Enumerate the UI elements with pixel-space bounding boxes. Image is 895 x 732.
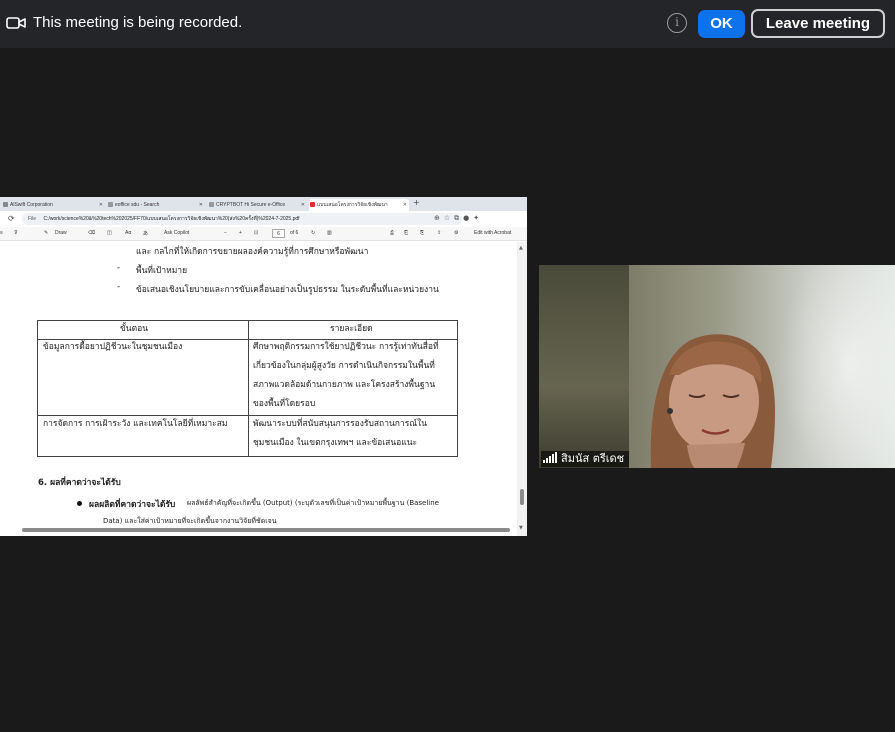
dash-marker: -: [117, 263, 121, 273]
video-camera-icon: [6, 17, 26, 29]
table-header: ขั้นตอน: [120, 324, 149, 334]
read-aloud-button[interactable]: Aα: [125, 230, 131, 236]
close-icon[interactable]: ✕: [99, 199, 103, 211]
horizontal-scrollbar[interactable]: [22, 528, 510, 532]
search-icon: [108, 202, 113, 207]
two-page-icon[interactable]: ▥: [327, 230, 332, 236]
reload-icon[interactable]: ⟳: [8, 214, 15, 223]
address-actions[interactable]: ⊕☆⧉●✦: [434, 214, 483, 223]
table-cell: เกี่ยวข้องในกลุ่มผู้สูงวัย การดำเนินกิจก…: [253, 361, 435, 371]
participant-video[interactable]: สิมนัส ตรีเดช: [539, 265, 895, 468]
scroll-down-icon[interactable]: ▼: [519, 525, 523, 531]
fit-page-icon[interactable]: ⊡: [254, 230, 258, 236]
bullet-icon: [77, 501, 82, 506]
browser-tab-active[interactable]: แบบเสนอโครงการวิจัยเชิงพัฒนา ✕: [309, 199, 409, 211]
table-cell: การจัดการ การเฝ้าระวัง และเทคโนโลยีที่เห…: [43, 419, 228, 429]
table-divider: [248, 321, 249, 456]
eraser-icon[interactable]: ⌫: [88, 230, 95, 236]
close-icon[interactable]: ✕: [199, 199, 203, 211]
filter-icon[interactable]: ⊽: [14, 230, 18, 236]
browser-tab[interactable]: AlSwift Corporation ✕: [2, 199, 105, 211]
vertical-scrollbar[interactable]: ▲ ▼: [517, 242, 527, 536]
zoom-out-button[interactable]: −: [224, 230, 227, 236]
page-total: of 6: [290, 230, 299, 236]
file-label: File: [28, 216, 37, 222]
table-cell: ศึกษาพฤติกรรมการใช้ยาปฏิชีวนะ การรู้เท่า…: [253, 342, 439, 352]
menu-icon[interactable]: ≡: [0, 230, 3, 236]
print-icon[interactable]: ⎙: [390, 230, 394, 236]
table-cell: ของพื้นที่โดยรอบ: [253, 399, 316, 409]
save-as-icon[interactable]: ⎘: [420, 230, 424, 236]
ok-button[interactable]: OK: [698, 10, 745, 38]
section-heading: 6. ผลที่คาดว่าจะได้รับ: [38, 478, 121, 488]
new-tab-button[interactable]: +: [413, 198, 420, 207]
pdf-icon: [310, 202, 315, 207]
view-icon[interactable]: ◫: [107, 230, 112, 236]
settings-icon[interactable]: ⚙: [454, 230, 458, 236]
participant-person: [650, 334, 775, 468]
table-cell: สภาพแวดล้อมด้านกายภาพ และโครงสร้างพื้นฐา…: [253, 380, 436, 390]
recording-banner: This meeting is being recorded. i OK Lea…: [0, 0, 895, 48]
address-bar[interactable]: File C:/work/science%20&%20tech%202025/F…: [22, 213, 462, 225]
edit-with-acrobat-button[interactable]: Edit with Acrobat: [474, 230, 511, 236]
table-cell: ชุมชนเมือง ในเขตกรุงเทพฯ และข้อเสนอแนะ: [253, 438, 418, 448]
doc-line: ข้อเสนอเชิงนโยบายและการขับเคลื่อนอย่างเป…: [136, 285, 439, 295]
page-number-input[interactable]: 6: [272, 229, 285, 238]
leave-meeting-button[interactable]: Leave meeting: [751, 9, 885, 38]
browser-tab[interactable]: CRYPTBOT Hi Secure e-Office ✕: [208, 199, 307, 211]
share-icon[interactable]: ⇪: [437, 230, 441, 236]
steps-table: ขั้นตอน รายละเอียด ข้อมูลการดื้อยาปฏิชีว…: [37, 320, 458, 457]
bullet-text-cont: Data) และใส่ค่าเป้าหมายที่จะเกิดขึ้นจากง…: [103, 517, 277, 525]
close-icon[interactable]: ✕: [403, 199, 407, 211]
scroll-thumb[interactable]: [520, 489, 524, 505]
scroll-up-icon[interactable]: ▲: [519, 245, 523, 251]
address-row: ⟳ File C:/work/science%20&%20tech%202025…: [0, 211, 527, 227]
dash-marker: -: [117, 282, 121, 292]
table-header: รายละเอียด: [330, 324, 373, 334]
address-text: C:/work/science%20&%20tech%202025/FF70/แ…: [43, 216, 300, 222]
zoom-in-button[interactable]: +: [239, 230, 242, 236]
recording-notice: This meeting is being recorded.: [33, 14, 243, 31]
translate-icon[interactable]: あ: [143, 230, 148, 237]
table-cell: พัฒนาระบบที่สนับสนุนการรองรับสถานการณ์ใน: [253, 419, 428, 429]
browser-tab-strip: AlSwift Corporation ✕ eoffice sdu - Sear…: [0, 197, 527, 211]
signal-bars-icon: [543, 452, 557, 463]
page-icon: [209, 202, 214, 207]
save-icon[interactable]: ⎗: [404, 230, 408, 236]
bullet-heading: ผลผลิตที่คาดว่าจะได้รับ: [89, 500, 176, 510]
ask-copilot-button[interactable]: Ask Copilot: [164, 230, 189, 236]
bullet-text: ผลลัพธ์สำคัญที่จะเกิดขึ้น (Output) (ระบุ…: [187, 499, 439, 507]
doc-line: พื้นที่เป้าหมาย: [136, 266, 188, 276]
browser-tab[interactable]: eoffice sdu - Search ✕: [107, 199, 205, 211]
doc-line: และ กลไกที่ให้เกิดการขยายผลองค์ความรู้ที…: [136, 247, 369, 257]
table-cell: ข้อมูลการดื้อยาปฏิชีวนะในชุมชนเมือง: [43, 342, 183, 352]
rotate-icon[interactable]: ↻: [311, 230, 315, 236]
participant-name-tag: สิมนัส ตรีเดช: [541, 451, 630, 467]
info-icon[interactable]: i: [667, 13, 687, 33]
draw-icon[interactable]: ✎: [44, 230, 48, 236]
pdf-page: และ กลไกที่ให้เกิดการขยายผลองค์ความรู้ที…: [0, 242, 517, 536]
draw-button[interactable]: Draw: [55, 230, 67, 236]
page-icon: [3, 202, 8, 207]
shared-screen: AlSwift Corporation ✕ eoffice sdu - Sear…: [0, 197, 527, 536]
pdf-toolbar: ≡ ⊽ ✎ Draw ⌫ ◫ Aα あ Ask Copilot − + ⊡ 6 …: [0, 227, 527, 241]
close-icon[interactable]: ✕: [301, 199, 305, 211]
participant-name: สิมนัส ตรีเดช: [561, 452, 625, 465]
